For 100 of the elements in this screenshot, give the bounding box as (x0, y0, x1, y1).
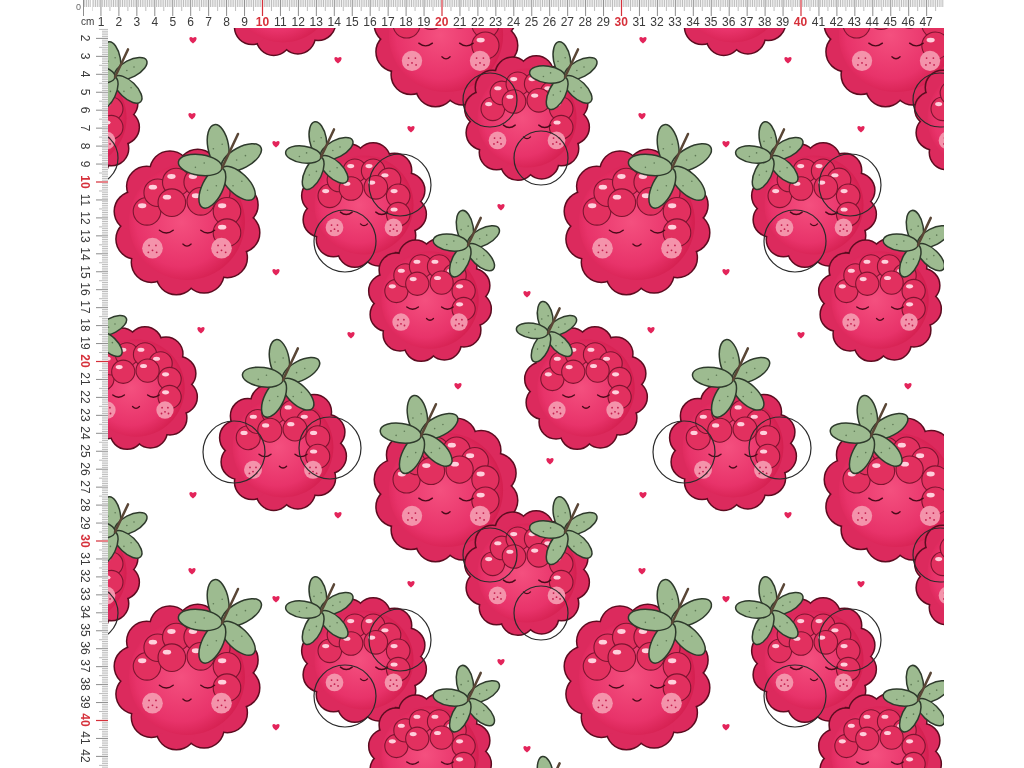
ruler-number: 24 (79, 426, 91, 440)
ruler-number: 23 (488, 16, 503, 28)
ruler-number: 25 (79, 444, 91, 458)
ruler-number: 32 (650, 16, 664, 28)
ruler-number: 21 (453, 16, 467, 28)
ruler-number: 3 (133, 16, 141, 28)
ruler-number: 22 (79, 390, 91, 404)
heart-icon (722, 141, 730, 148)
ruler-number: 41 (811, 16, 826, 28)
ruler-number: 34 (686, 16, 700, 28)
ruler-number: 9 (79, 160, 91, 168)
ruler-number: 4 (79, 70, 91, 78)
ruler-number: 38 (79, 677, 91, 691)
ruler-number: 18 (79, 318, 91, 333)
heart-icon (347, 332, 355, 339)
heart-icon (334, 57, 342, 64)
ruler-number: 28 (578, 16, 592, 28)
heart-icon (784, 512, 792, 519)
ruler-number: 36 (79, 641, 91, 655)
ruler-number: 42 (79, 749, 91, 763)
ruler-number: 16 (79, 282, 91, 297)
ruler-number: 7 (205, 16, 212, 28)
ruler-number: 14 (327, 16, 341, 28)
heart-icon (197, 327, 205, 334)
ruler-number: 10 (255, 16, 270, 28)
ruler-number: 10 (79, 175, 91, 189)
ruler-number: 22 (470, 16, 485, 28)
heart-icon (188, 113, 196, 120)
heart-icon (722, 596, 730, 603)
heart-icon (407, 581, 415, 588)
heart-icon (784, 57, 792, 64)
ruler-number: 16 (363, 16, 377, 28)
ruler-number: 26 (79, 462, 91, 476)
heart-icon (523, 746, 531, 753)
heart-icon (523, 291, 531, 298)
ruler-number: 44 (865, 16, 879, 28)
heart-icon (638, 113, 646, 120)
heart-icon (497, 659, 505, 666)
ruler-number: 31 (79, 551, 91, 566)
ruler-number: 14 (79, 246, 91, 261)
ruler-number: 19 (79, 336, 91, 350)
ruler-number: 20 (435, 16, 449, 28)
heart-icon (904, 383, 912, 390)
ruler-number: 38 (757, 16, 772, 28)
raspberry-drawing (536, 755, 561, 768)
ruler-number: 2 (79, 35, 91, 42)
ruler-number: 39 (775, 16, 790, 28)
ruler-number: 0 (75, 3, 82, 12)
ruler-number: 37 (740, 16, 754, 28)
ruler-number: 11 (274, 16, 287, 28)
ruler-number: 21 (79, 372, 91, 386)
ruler-number: 45 (883, 16, 897, 28)
heart-icon (722, 269, 730, 276)
heart-icon (189, 37, 197, 44)
ruler-number: 35 (79, 623, 91, 637)
ruler-number: 13 (79, 229, 91, 243)
ruler-number: 12 (79, 211, 91, 225)
ruler-number: 27 (79, 480, 91, 494)
ruler-number: 7 (79, 124, 91, 132)
ruler-number: 40 (793, 16, 808, 28)
ruler-number: 6 (187, 16, 194, 28)
heart-icon (407, 126, 415, 133)
heart-icon (272, 724, 280, 731)
heart-icon (797, 332, 805, 339)
ruler-number: 19 (417, 16, 431, 28)
ruler-number: 2 (115, 16, 123, 28)
ruler-number: 41 (79, 731, 91, 745)
heart-icon (722, 724, 730, 731)
ruler-number: 3 (79, 52, 91, 60)
ruler-number: 33 (79, 587, 91, 602)
ruler-number: 46 (901, 16, 915, 28)
ruler-number: 26 (542, 16, 557, 28)
ruler-number: 39 (79, 695, 91, 709)
ruler-number: 29 (596, 16, 610, 28)
ruler-number: 36 (722, 16, 736, 28)
ruler-number: 29 (79, 516, 91, 530)
heart-icon (272, 596, 280, 603)
heart-icon (272, 269, 280, 276)
ruler-number: 32 (79, 569, 91, 584)
ruler-number: 47 (919, 16, 933, 28)
heart-icon (188, 568, 196, 575)
ruler-unit-label: cm (80, 16, 92, 28)
heart-icon (497, 204, 505, 211)
ruler-number: 6 (79, 106, 91, 114)
ruler-number: 15 (345, 16, 359, 28)
ruler-number: 25 (524, 16, 539, 28)
ruler-number: 18 (399, 16, 413, 28)
ruler-number: 30 (79, 533, 91, 548)
ruler-number: 11 (79, 193, 91, 207)
heart-icon (639, 37, 647, 44)
ruler-number: 8 (223, 16, 230, 28)
ruler-number: 27 (560, 16, 574, 28)
ruler-number: 17 (79, 300, 91, 315)
heart-icon (857, 581, 865, 588)
ruler-number: 4 (151, 16, 159, 28)
ruler-number: 42 (829, 16, 844, 28)
heart-icon (454, 383, 462, 390)
ruler-number: 9 (241, 16, 248, 28)
ruler-number: 30 (614, 16, 628, 28)
ruler-number: 34 (79, 605, 91, 620)
